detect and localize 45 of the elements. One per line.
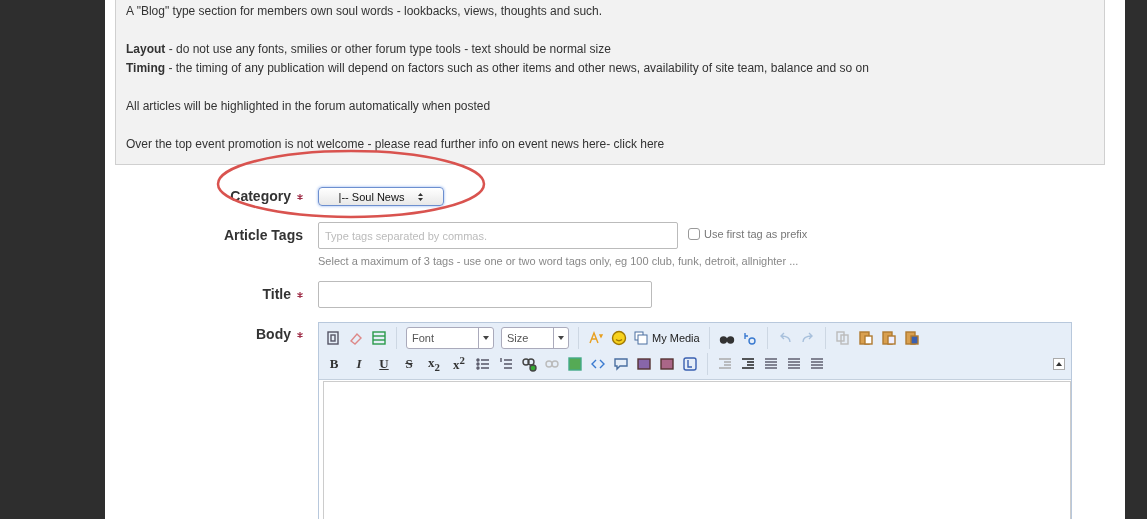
- text-color-icon[interactable]: [588, 330, 604, 346]
- align-center-icon[interactable]: [786, 356, 802, 372]
- smiley-icon[interactable]: [611, 330, 627, 346]
- notice-text: A "Blog" type section for members own soul words - lookbacks, views, thoughts and such.: [126, 3, 604, 20]
- prefix-checkbox[interactable]: Use first tag as prefix: [688, 228, 808, 240]
- format-button[interactable]: U: [375, 356, 393, 372]
- table-icon[interactable]: [371, 330, 387, 346]
- media-icon: [634, 331, 648, 345]
- caret-icon: [558, 336, 564, 340]
- image-icon[interactable]: [567, 356, 583, 372]
- format-button[interactable]: x$^{2}$: [450, 354, 468, 374]
- caret-icon: [483, 336, 489, 340]
- tags-input[interactable]: Type tags separated by commas.: [318, 222, 678, 249]
- format-button[interactable]: B: [325, 356, 343, 372]
- tags-hint: Select a maximum of 3 tags - use one or two word tags only, eg 100 club, funk, detroit, allnighter ...: [318, 255, 800, 267]
- paste-text-icon[interactable]: [880, 330, 897, 346]
- format-button[interactable]: I: [350, 356, 368, 372]
- bulleted-list-icon[interactable]: [475, 356, 491, 372]
- up-arrow-icon: [1056, 362, 1062, 366]
- collapse-button[interactable]: [1053, 358, 1065, 370]
- field-label: Title: [262, 286, 291, 302]
- paste-word-icon[interactable]: [903, 330, 920, 346]
- notice-text: Over the top event promotion is not welcome - please read further info on event news here- click here: [126, 136, 666, 153]
- notice-text: Layout - do not use any fonts, smilies or other forum type tools - text should be normal size: [126, 41, 612, 58]
- up-down-arrows-icon: [418, 192, 424, 201]
- field-label: Article Tags: [223, 227, 303, 243]
- link-icon[interactable]: [521, 356, 537, 372]
- speech-bubble-icon[interactable]: [613, 356, 629, 372]
- format-button[interactable]: x$_{2}$: [425, 355, 443, 373]
- paste-icon[interactable]: [857, 330, 874, 346]
- media-button[interactable]: My Media: [634, 331, 700, 345]
- indent-icon[interactable]: [740, 356, 756, 372]
- notice-text: All articles will be highlighted in the forum automatically when posted: [126, 98, 492, 115]
- numbered-list-icon[interactable]: [498, 356, 514, 372]
- category-select[interactable]: |-- Soul News: [318, 187, 444, 206]
- field-label: Category: [230, 188, 291, 204]
- format-button[interactable]: S: [400, 356, 418, 372]
- field-label: Body: [256, 326, 291, 342]
- title-input[interactable]: [318, 281, 652, 308]
- eraser-icon[interactable]: [348, 330, 364, 346]
- size-select[interactable]: Size: [501, 327, 569, 349]
- notice-text: Timing - the timing of any publication will depend on factors such as other items and other news, availability of site team, balance and so on: [126, 60, 870, 77]
- font-select[interactable]: Font: [406, 327, 494, 349]
- align-left-icon[interactable]: [763, 356, 779, 372]
- align-right-icon[interactable]: [809, 356, 825, 372]
